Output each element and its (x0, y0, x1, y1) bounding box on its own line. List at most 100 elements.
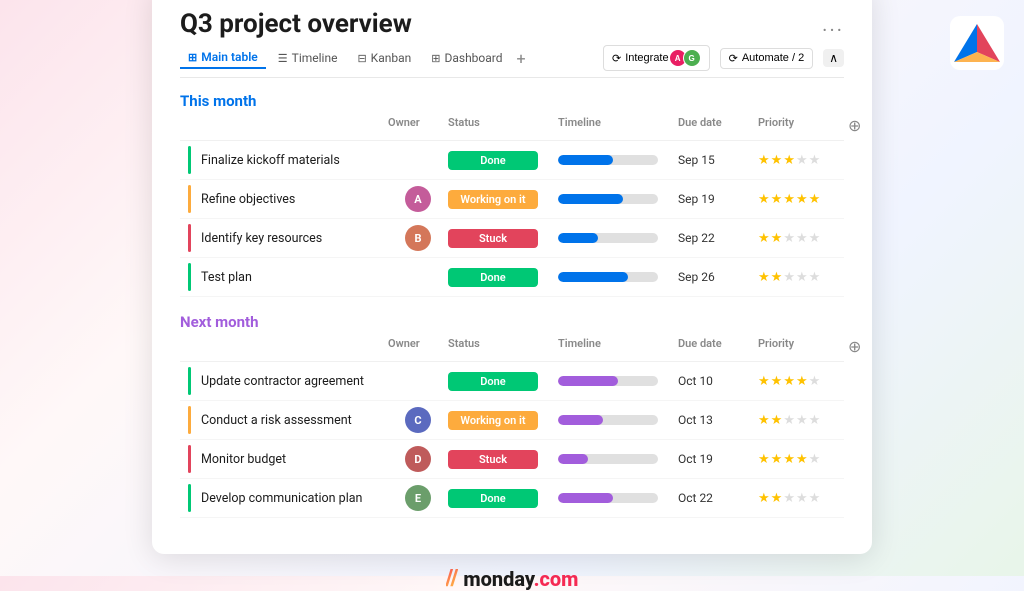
task-cell-3: Identify key resources (188, 224, 388, 252)
star-3-5: ★ (809, 231, 821, 246)
timeline-cell-1 (558, 155, 678, 165)
star-5-4: ★ (796, 374, 808, 389)
monday-tld: .com (534, 567, 579, 591)
table-row: Update contractor agreement Done Oct 10 … (180, 362, 844, 401)
timeline-bar-container-3 (558, 233, 658, 243)
add-column-button-1[interactable]: ⊕ (848, 116, 861, 136)
task-name-8: Develop communication plan (201, 491, 362, 506)
star-4-3: ★ (783, 270, 795, 285)
avatar-owner-3: B (405, 225, 431, 251)
tab-timeline[interactable]: ☰ Timeline (270, 48, 346, 68)
timeline-cell-6 (558, 415, 678, 425)
automate-button[interactable]: ⟳ Automate / 2 (720, 48, 814, 69)
star-4-4: ★ (796, 270, 808, 285)
stars-3: ★ ★ ★ ★ ★ (758, 231, 848, 246)
status-cell-3: Stuck (448, 229, 558, 248)
star-2-4: ★ (796, 192, 808, 207)
tab-main-table-label: Main table (201, 50, 258, 64)
row-border-4 (188, 263, 191, 291)
row-border-2 (188, 185, 191, 213)
stars-7: ★ ★ ★ ★ ★ (758, 452, 848, 467)
col-priority-header: Priority (758, 116, 848, 136)
star-6-3: ★ (783, 413, 795, 428)
star-6-4: ★ (796, 413, 808, 428)
add-column-button-2[interactable]: ⊕ (848, 337, 861, 357)
tab-kanban[interactable]: ⊟ Kanban (349, 48, 419, 68)
timeline-cell-3 (558, 233, 678, 243)
due-date-6: Oct 13 (678, 413, 758, 427)
task-name-5: Update contractor agreement (201, 374, 364, 389)
task-cell-2: Refine objectives (188, 185, 388, 213)
top-right-logo (950, 16, 1004, 74)
timeline-bar-7 (558, 454, 588, 464)
collapse-button[interactable]: ∧ (823, 49, 844, 67)
star-5-1: ★ (758, 374, 770, 389)
star-8-4: ★ (796, 491, 808, 506)
col-task-header-2 (188, 337, 388, 357)
add-tab-button[interactable]: + (517, 49, 526, 68)
timeline-bar-1 (558, 155, 613, 165)
status-cell-2: Working on it (448, 190, 558, 209)
star-7-5: ★ (809, 452, 821, 467)
integrate-button[interactable]: ⟳ Integrate A G (603, 45, 710, 71)
timeline-bar-4 (558, 272, 628, 282)
task-name-7: Monitor budget (201, 452, 286, 467)
star-2-5: ★ (809, 192, 821, 207)
automate-label: Automate / 2 (742, 52, 804, 64)
dots-menu[interactable]: ... (822, 12, 844, 36)
star-4-2: ★ (771, 270, 783, 285)
this-month-table-header: Owner Status Timeline Due date Priority … (180, 116, 844, 141)
monday-logo-icon: // (446, 566, 459, 591)
due-date-3: Sep 22 (678, 231, 758, 245)
task-cell-4: Test plan (188, 263, 388, 291)
col-add-header-2: ⊕ (848, 337, 868, 357)
avatar-group: A G (673, 49, 701, 67)
timeline-bar-container-1 (558, 155, 658, 165)
automate-icon: ⟳ (729, 52, 738, 65)
star-7-2: ★ (771, 452, 783, 467)
stars-6: ★ ★ ★ ★ ★ (758, 413, 848, 428)
timeline-cell-5 (558, 376, 678, 386)
tab-kanban-label: Kanban (371, 51, 412, 65)
owner-cell-7: D (388, 446, 448, 472)
timeline-cell-8 (558, 493, 678, 503)
stars-1: ★ ★ ★ ★ ★ (758, 153, 848, 168)
task-cell-1: Finalize kickoff materials (188, 146, 388, 174)
due-date-7: Oct 19 (678, 452, 758, 466)
timeline-bar-container-2 (558, 194, 658, 204)
timeline-bar-container-5 (558, 376, 658, 386)
avatar-owner-7: D (405, 446, 431, 472)
timeline-bar-6 (558, 415, 603, 425)
owner-cell-6: C (388, 407, 448, 433)
avatar-owner-6: C (405, 407, 431, 433)
row-border-3 (188, 224, 191, 252)
col-add-header: ⊕ (848, 116, 868, 136)
tab-dashboard[interactable]: ⊞ Dashboard (423, 48, 510, 68)
due-date-4: Sep 26 (678, 270, 758, 284)
tab-timeline-label: Timeline (292, 51, 338, 65)
timeline-cell-2 (558, 194, 678, 204)
star-7-3: ★ (783, 452, 795, 467)
main-card: Q3 project overview ... ⊞ Main table ☰ T… (152, 0, 872, 554)
star-1-2: ★ (771, 153, 783, 168)
status-cell-4: Done (448, 268, 558, 287)
kanban-icon: ⊟ (357, 52, 366, 65)
star-3-1: ★ (758, 231, 770, 246)
avatar-owner-8: E (405, 485, 431, 511)
timeline-icon: ☰ (278, 52, 288, 65)
star-5-5: ★ (809, 374, 821, 389)
status-cell-7: Stuck (448, 450, 558, 469)
star-6-1: ★ (758, 413, 770, 428)
timeline-bar-2 (558, 194, 623, 204)
status-badge-3: Stuck (448, 229, 538, 248)
tab-main-table[interactable]: ⊞ Main table (180, 47, 266, 69)
star-5-3: ★ (783, 374, 795, 389)
avatar-2: G (683, 49, 701, 67)
next-month-table-header: Owner Status Timeline Due date Priority … (180, 337, 844, 362)
stars-8: ★ ★ ★ ★ ★ (758, 491, 848, 506)
table-row: Refine objectives A Working on it Sep 19… (180, 180, 844, 219)
timeline-bar-3 (558, 233, 598, 243)
star-8-2: ★ (771, 491, 783, 506)
col-priority-header-2: Priority (758, 337, 848, 357)
status-cell-8: Done (448, 489, 558, 508)
